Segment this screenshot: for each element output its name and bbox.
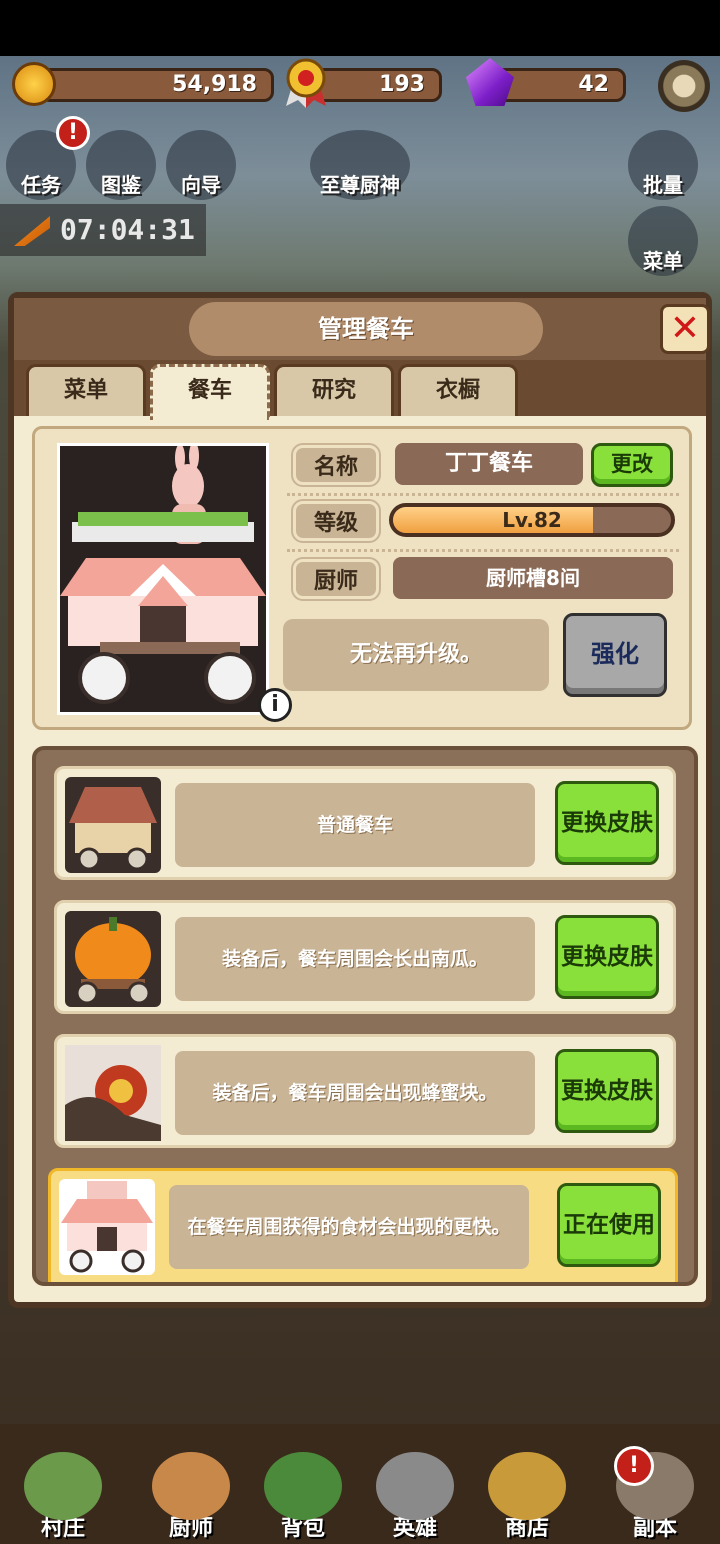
pumpkin-cart-icon <box>65 911 161 1007</box>
bottom-navigation: 村庄 厨师 背包 英雄 商店 副本 ! <box>0 1424 720 1544</box>
batch-label: 批量 <box>643 173 683 197</box>
guide-label: 向导 <box>181 173 221 197</box>
batch-button[interactable]: 批量 <box>628 130 698 200</box>
panel-header: 管理餐车 ✕ <box>14 298 710 360</box>
nav-hero[interactable]: 英雄 <box>360 1444 470 1544</box>
level-progress-bar: Lv.82 <box>389 503 675 537</box>
backpack-icon <box>264 1452 342 1520</box>
chef-label: 厨师 <box>293 559 379 599</box>
rename-button[interactable]: 更改 <box>591 443 673 487</box>
change-skin-label: 更换皮肤 <box>561 1078 653 1104</box>
gem-count: 42 <box>578 72 609 97</box>
chef-slots-value: 厨师槽8间 <box>393 557 673 599</box>
tab-research[interactable]: 研究 <box>274 364 394 416</box>
name-label: 名称 <box>293 445 379 485</box>
skin-item-standard: 普通餐车 更换皮肤 <box>54 766 676 880</box>
catalog-label: 图鉴 <box>101 173 141 197</box>
coin-count: 54,918 <box>172 72 257 97</box>
nav-bag[interactable]: 背包 <box>248 1444 358 1544</box>
divider <box>287 549 679 552</box>
panel-title: 管理餐车 <box>189 302 543 356</box>
gem-counter: 42 <box>494 68 626 102</box>
tab-research-label: 研究 <box>311 378 356 403</box>
cart-preview: i <box>57 442 292 722</box>
level-label: 等级 <box>293 501 379 541</box>
roast-chicken-icon <box>152 1452 230 1520</box>
tab-cart-label: 餐车 <box>187 378 232 403</box>
coin-icon <box>12 62 56 106</box>
village-icon <box>24 1452 102 1520</box>
info-icon[interactable]: i <box>258 688 292 722</box>
timer-text: 07:04:31 <box>60 213 195 246</box>
tab-wardrobe-label: 衣橱 <box>435 378 480 403</box>
coin-counter: 54,918 <box>40 68 274 102</box>
dungeon-alert-badge: ! <box>614 1446 654 1486</box>
cart-name-value: 丁丁餐车 <box>395 443 583 485</box>
in-use-button[interactable]: 正在使用 <box>557 1183 661 1267</box>
wooden-cart-icon <box>65 777 161 873</box>
skin-list: 普通餐车 更换皮肤 装备后，餐车周围会长出南瓜。 更换皮肤 装备后，餐车周围会出… <box>32 746 698 1286</box>
divider <box>287 493 679 496</box>
skin-description: 装备后，餐车周围会长出南瓜。 <box>175 917 535 1001</box>
rename-button-label: 更改 <box>611 452 653 476</box>
quest-alert-badge: ! <box>56 116 90 150</box>
nav-village[interactable]: 村庄 <box>8 1444 118 1544</box>
medal-icon <box>286 58 326 108</box>
skin-item-pink-active: 在餐车周围获得的食材会出现的更快。 正在使用 <box>48 1168 678 1282</box>
skin-description: 装备后，餐车周围会出现蜂蜜块。 <box>175 1051 535 1135</box>
settings-gear-icon[interactable] <box>658 60 710 112</box>
manage-cart-panel: 管理餐车 ✕ 菜单 餐车 研究 衣橱 i 名称 丁丁餐车 更改 等级 Lv.82… <box>8 292 712 1308</box>
skin-item-honey: 装备后，餐车周围会出现蜂蜜块。 更换皮肤 <box>54 1034 676 1148</box>
tab-menu-label: 菜单 <box>63 378 108 403</box>
honey-cart-icon <box>65 1045 161 1141</box>
menu-shortcut-button[interactable]: 菜单 <box>628 206 698 276</box>
info-icon-glyph: i <box>271 692 279 717</box>
close-button[interactable]: ✕ <box>660 304 710 354</box>
chef-god-label: 至尊厨神 <box>320 173 400 197</box>
level-value: Lv.82 <box>502 508 562 532</box>
gem-icon <box>466 58 514 106</box>
game-scene: 54,918 193 42 任务 ! 图鉴 向导 至尊厨神 批量 菜单 07:0… <box>0 56 720 1544</box>
tab-cart[interactable]: 餐车 <box>150 364 270 420</box>
change-skin-button[interactable]: 更换皮肤 <box>555 781 659 865</box>
guide-button[interactable]: 向导 <box>166 130 236 200</box>
tab-menu[interactable]: 菜单 <box>26 364 146 416</box>
helmet-icon <box>376 1452 454 1520</box>
menu-shortcut-label: 菜单 <box>643 249 683 273</box>
medal-counter: 193 <box>312 68 442 102</box>
upgrade-button[interactable]: 强化 <box>563 613 667 697</box>
catalog-button[interactable]: 图鉴 <box>86 130 156 200</box>
quest-alert-mark: ! <box>67 120 79 145</box>
max-level-message: 无法再升级。 <box>283 619 549 691</box>
dungeon-alert-mark: ! <box>628 1453 640 1478</box>
change-skin-button[interactable]: 更换皮肤 <box>555 1049 659 1133</box>
status-bar <box>0 0 720 56</box>
upgrade-button-label: 强化 <box>591 640 639 668</box>
skin-description: 普通餐车 <box>175 783 535 867</box>
medal-count: 193 <box>379 72 425 97</box>
event-timer: 07:04:31 <box>0 204 206 256</box>
close-icon: ✕ <box>669 308 701 349</box>
pink-cart-illustration <box>60 442 266 704</box>
tab-wardrobe[interactable]: 衣橱 <box>398 364 518 416</box>
pink-cart-icon <box>59 1179 155 1275</box>
cart-info-card: i 名称 丁丁餐车 更改 等级 Lv.82 厨师 厨师槽8间 无法再升级。 强化 <box>32 426 692 730</box>
treasure-chest-icon <box>488 1452 566 1520</box>
in-use-label: 正在使用 <box>563 1212 655 1238</box>
chef-god-button[interactable]: 至尊厨神 <box>310 130 410 200</box>
quest-label: 任务 <box>21 173 61 197</box>
change-skin-label: 更换皮肤 <box>561 944 653 970</box>
nav-chef[interactable]: 厨师 <box>136 1444 246 1544</box>
change-skin-label: 更换皮肤 <box>561 810 653 836</box>
change-skin-button[interactable]: 更换皮肤 <box>555 915 659 999</box>
skin-description: 在餐车周围获得的食材会出现的更快。 <box>169 1185 529 1269</box>
nav-shop[interactable]: 商店 <box>472 1444 582 1544</box>
skin-item-pumpkin: 装备后，餐车周围会长出南瓜。 更换皮肤 <box>54 900 676 1014</box>
